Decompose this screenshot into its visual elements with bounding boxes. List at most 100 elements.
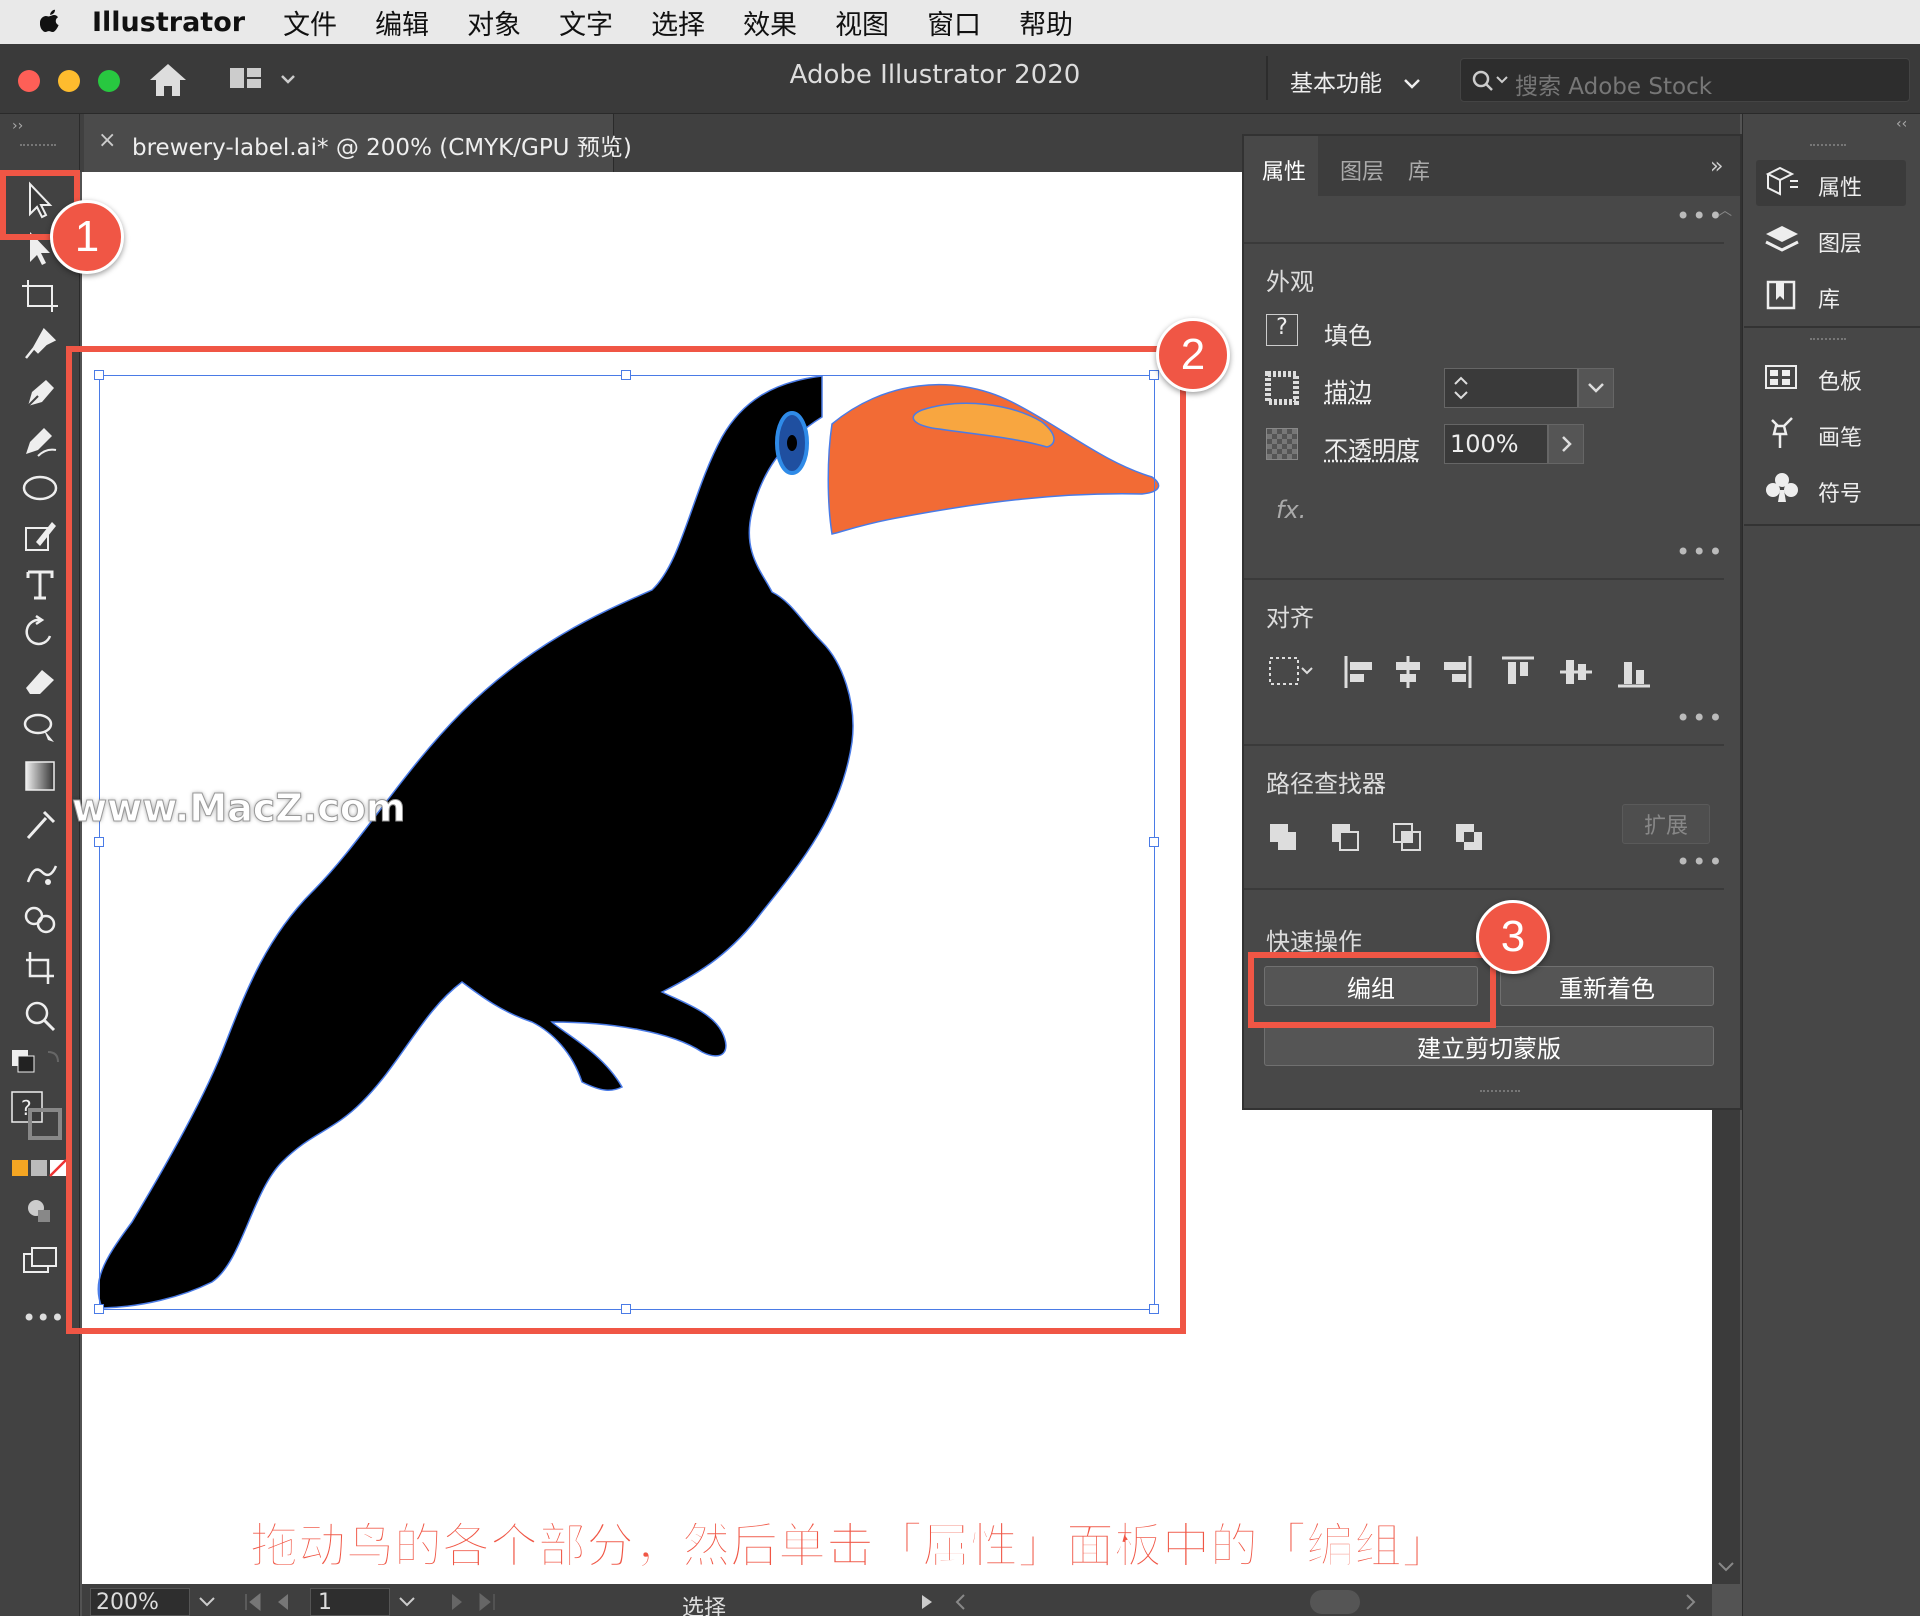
intersect-icon	[1394, 824, 1420, 850]
annotation-badge-1: 1	[50, 200, 124, 274]
panel-collapse-icon[interactable]: »	[1710, 154, 1723, 179]
stock-search-input[interactable]: 搜索 Adobe Stock	[1460, 58, 1910, 102]
brushes-icon[interactable]	[1764, 414, 1800, 450]
dock-brushes-label[interactable]: 画笔	[1818, 420, 1862, 452]
align-to-selection-icon	[1270, 658, 1312, 684]
close-tab-button[interactable]: ×	[98, 128, 116, 153]
shape-builder-tool-icon[interactable]	[18, 900, 62, 940]
divider	[1244, 744, 1724, 746]
chevron-down-icon[interactable]	[196, 1594, 218, 1610]
menu-edit[interactable]: 编辑	[375, 3, 429, 42]
fill-swatch[interactable]: ?	[1266, 314, 1298, 346]
type-tool-icon[interactable]	[18, 564, 62, 604]
make-clipping-mask-button[interactable]: 建立剪切蒙版	[1264, 1026, 1714, 1066]
properties-icon[interactable]	[1764, 166, 1800, 200]
apple-icon[interactable]	[40, 9, 60, 35]
eraser-tool-icon[interactable]	[18, 660, 62, 700]
menu-view[interactable]: 视图	[835, 3, 889, 42]
menu-type[interactable]: 文字	[559, 3, 613, 42]
divider	[1744, 326, 1920, 328]
chevron-down-icon[interactable]	[1716, 1556, 1736, 1576]
swatches-icon[interactable]	[1764, 360, 1800, 394]
panel-scroll-up-icon[interactable]: ︿	[1718, 200, 1732, 218]
dock-layers-label[interactable]: 图层	[1818, 226, 1862, 258]
toolbar-grip[interactable]	[20, 144, 56, 150]
workspace-switcher[interactable]: 基本功能	[1290, 64, 1423, 98]
pin-tool-icon[interactable]	[18, 324, 62, 364]
dock-grip	[1810, 338, 1846, 344]
dock-properties-label[interactable]: 属性	[1818, 170, 1862, 202]
panel-resize-grip[interactable]	[1480, 1090, 1520, 1096]
divider	[1244, 242, 1724, 244]
tab-libraries[interactable]: 库	[1408, 154, 1430, 186]
layers-icon[interactable]	[1764, 222, 1800, 256]
appearance-more-icon[interactable]: •••	[1676, 538, 1724, 566]
recolor-button[interactable]: 重新着色	[1500, 966, 1714, 1006]
dock-swatches-label[interactable]: 色板	[1818, 364, 1862, 396]
libraries-icon[interactable]	[1764, 278, 1800, 312]
search-icon	[1471, 69, 1511, 93]
opacity-icon[interactable]	[1266, 428, 1298, 460]
horizontal-scroll-thumb[interactable]	[1310, 1590, 1360, 1614]
gradient-tool-icon[interactable]	[18, 756, 62, 796]
crop-tool-icon[interactable]	[18, 948, 62, 988]
dock-libraries-label[interactable]: 库	[1818, 282, 1840, 314]
pathfinder-buttons[interactable]	[1266, 820, 1526, 856]
fill-label: 填色	[1324, 316, 1372, 351]
ellipse-tool-icon[interactable]	[18, 468, 62, 508]
collapse-toolbar-icon[interactable]: ››	[12, 118, 23, 134]
tab-layers[interactable]: 图层	[1340, 154, 1384, 186]
tab-properties[interactable]: 属性	[1262, 154, 1306, 186]
document-tab-title: brewery-label.ai* @ 200% (CMYK/GPU 预览)	[132, 128, 632, 162]
appearance-title: 外观	[1266, 262, 1314, 297]
stroke-swatch-icon[interactable]	[1264, 370, 1300, 406]
artboard-tool-icon[interactable]	[18, 276, 62, 316]
chevron-right-icon[interactable]	[1680, 1592, 1700, 1612]
workspace-label: 基本功能	[1290, 71, 1382, 97]
rotate-tool-icon[interactable]	[18, 612, 62, 652]
align-buttons[interactable]	[1266, 652, 1706, 692]
more-tools-icon[interactable]: •••	[22, 1304, 64, 1332]
symbols-icon[interactable]	[1764, 470, 1800, 506]
menu-select[interactable]: 选择	[651, 3, 705, 42]
document-tab[interactable]: × brewery-label.ai* @ 200% (CMYK/GPU 预览)	[84, 114, 614, 172]
menu-help[interactable]: 帮助	[1019, 3, 1073, 42]
artboard-number: 1	[318, 1590, 332, 1615]
first-artboard-icon[interactable]	[242, 1592, 300, 1612]
stepper-icon[interactable]	[1446, 370, 1476, 406]
color-mode-icon[interactable]	[12, 1158, 68, 1180]
chevron-down-icon[interactable]	[396, 1594, 418, 1610]
eyedropper-tool-icon[interactable]	[18, 804, 62, 844]
menu-window[interactable]: 窗口	[927, 3, 981, 42]
screen-mode-icon[interactable]	[18, 1240, 62, 1280]
pathfinder-more-icon[interactable]: •••	[1676, 848, 1724, 876]
dock-symbols-label[interactable]: 符号	[1818, 476, 1862, 508]
draw-mode-icon[interactable]	[18, 1192, 62, 1232]
last-artboard-icon[interactable]	[440, 1592, 498, 1612]
menu-object[interactable]: 对象	[467, 3, 521, 42]
align-more-icon[interactable]: •••	[1676, 704, 1724, 732]
annotation-badge-2: 2	[1156, 318, 1230, 392]
pen-tool-icon[interactable]	[18, 372, 62, 412]
curvature-tool-icon[interactable]	[18, 420, 62, 460]
default-fill-stroke-icon[interactable]	[10, 1048, 70, 1082]
lasso-tool-icon[interactable]	[18, 708, 62, 748]
minus-front-icon	[1332, 824, 1358, 850]
menu-app-name[interactable]: Illustrator	[92, 7, 245, 38]
watermark: www.MacZ.com	[72, 786, 406, 830]
menu-file[interactable]: 文件	[283, 3, 337, 42]
search-placeholder: 搜索 Adobe Stock	[1515, 67, 1712, 101]
menu-effect[interactable]: 效果	[743, 3, 797, 42]
symbol-sprayer-tool-icon[interactable]	[18, 852, 62, 892]
zoom-tool-icon[interactable]	[18, 996, 62, 1036]
pathfinder-title: 路径查找器	[1266, 764, 1386, 799]
fx-icon[interactable]: fx.	[1276, 496, 1306, 524]
opacity-label[interactable]: 不透明度	[1324, 430, 1420, 465]
paintbrush-tool-icon[interactable]	[18, 516, 62, 556]
collapse-dock-icon[interactable]: ‹‹	[1896, 116, 1907, 132]
stroke-label[interactable]: 描边	[1324, 372, 1372, 407]
zoom-value: 200%	[96, 1590, 159, 1615]
status-menu-icon[interactable]	[918, 1592, 978, 1612]
expand-button[interactable]: 扩展	[1622, 804, 1710, 844]
fill-stroke-swatch-icon[interactable]: ?	[10, 1090, 70, 1140]
